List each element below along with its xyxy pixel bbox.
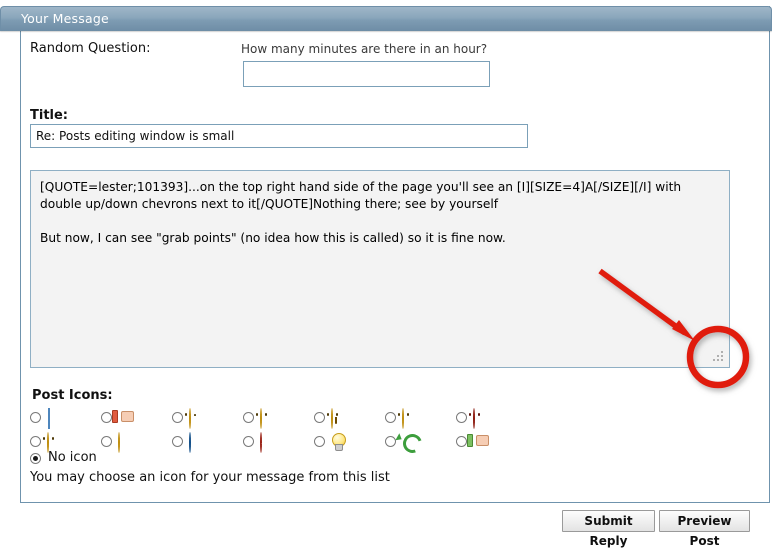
green-arrow-icon [402, 433, 419, 450]
panel-title: Your Message [21, 11, 109, 26]
post-icon-option-smiley-angry-red[interactable] [456, 408, 504, 428]
post-icon-option-document-page[interactable] [30, 408, 78, 428]
post-icon-radio-document-page[interactable] [30, 412, 41, 423]
document-page-icon [47, 409, 64, 426]
post-icon-radio-smiley-happy[interactable] [243, 412, 254, 423]
post-icon-radio-thumbs-down[interactable] [101, 412, 112, 423]
post-icon-radio-thumbs-up[interactable] [456, 436, 467, 447]
smiley-happy-icon [260, 409, 277, 426]
post-icon-radio-smiley-sunglasses[interactable] [101, 436, 112, 447]
post-icon-radio-question-mark[interactable] [172, 436, 183, 447]
submit-reply-button[interactable]: Submit Reply [562, 510, 655, 532]
smiley-grin-icon [331, 409, 348, 426]
post-icon-option-exclamation-mark[interactable]: ! [243, 432, 291, 452]
thumbs-up-icon [473, 433, 490, 450]
post-icons-row-1 [30, 408, 113, 429]
post-icon-option-green-arrow[interactable] [385, 432, 433, 452]
post-icon-radio-smiley-frown[interactable] [385, 412, 396, 423]
no-icon-label: No icon [48, 450, 97, 465]
panel-titlebar: Your Message [0, 6, 772, 31]
post-icon-option-smiley-happy[interactable] [243, 408, 291, 428]
smiley-smile-icon [47, 433, 64, 450]
random-question-input[interactable] [243, 61, 490, 87]
thumbs-down-icon [118, 409, 135, 426]
lightbulb-icon [331, 433, 348, 450]
post-icon-option-smiley-smile[interactable] [30, 432, 78, 452]
random-question-text: How many minutes are there in an hour? [241, 42, 487, 56]
random-question-label: Random Question: [30, 41, 150, 56]
post-icon-radio-lightbulb[interactable] [314, 436, 325, 447]
post-icon-option-smiley-frown[interactable] [385, 408, 433, 428]
post-icon-radio-smiley-smile[interactable] [30, 436, 41, 447]
smiley-frown-icon [402, 409, 419, 426]
smiley-sunglasses-icon [118, 433, 135, 450]
post-icon-radio-no-icon[interactable] [30, 453, 41, 464]
post-icon-option-lightbulb[interactable] [314, 432, 362, 452]
post-icon-option-smiley-grin[interactable] [314, 408, 362, 428]
post-icon-option-thumbs-up[interactable] [456, 432, 504, 452]
post-icons-section: Post Icons: [30, 388, 113, 453]
title-input[interactable] [30, 124, 528, 148]
smiley-angry-red-icon [473, 409, 490, 426]
post-icon-option-smiley-wink[interactable] [172, 408, 220, 428]
preview-post-button[interactable]: Preview Post [659, 510, 750, 532]
post-icon-radio-smiley-wink[interactable] [172, 412, 183, 423]
post-icon-radio-smiley-grin[interactable] [314, 412, 325, 423]
post-icons-hint: You may choose an icon for your message … [30, 470, 390, 485]
smiley-wink-icon [189, 409, 206, 426]
exclamation-mark-icon: ! [260, 433, 277, 450]
post-icon-radio-exclamation-mark[interactable] [243, 436, 254, 447]
post-icon-option-question-mark[interactable]: ? [172, 432, 220, 452]
message-textarea[interactable] [30, 170, 730, 368]
post-icons-heading: Post Icons: [32, 388, 113, 403]
title-label: Title: [30, 108, 68, 123]
question-mark-icon: ? [189, 433, 206, 450]
textarea-resize-grip[interactable] [712, 350, 726, 364]
post-icon-option-thumbs-down[interactable] [101, 408, 149, 428]
post-icon-radio-smiley-angry-red[interactable] [456, 412, 467, 423]
post-icon-radio-green-arrow[interactable] [385, 436, 396, 447]
post-icon-option-smiley-sunglasses[interactable] [101, 432, 149, 452]
